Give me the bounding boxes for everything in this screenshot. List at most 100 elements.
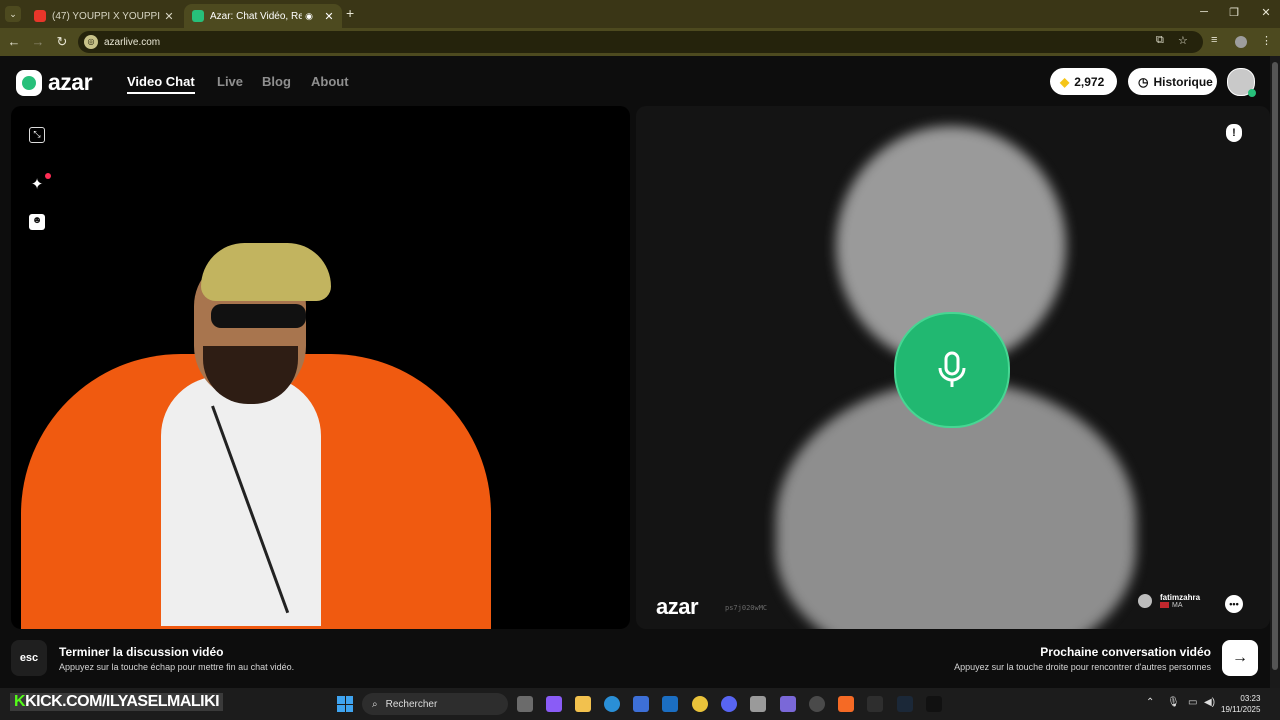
end-chat-subtitle: Appuyez sur la touche échap pour mettre … — [59, 662, 295, 672]
app-icon[interactable] — [750, 696, 766, 712]
minimize-icon[interactable]: ─ — [1196, 6, 1212, 18]
new-tab-plus-icon[interactable]: + — [346, 5, 354, 21]
bookmark-star-icon[interactable]: ☆ — [1178, 34, 1188, 47]
tab-media-icon[interactable]: ≡ — [1211, 34, 1217, 46]
browser-toolbar: ← → ↻ ◎ azarlive.com ⧉ ☆ ≡ ⋮ — [0, 28, 1280, 56]
peer-info[interactable]: fatimzahra MA — [1138, 593, 1200, 609]
morocco-flag-icon — [1160, 602, 1169, 609]
app-black-icon[interactable] — [926, 696, 942, 712]
file-explorer-icon[interactable] — [575, 696, 591, 712]
tab-close-icon[interactable]: ✕ — [162, 10, 176, 23]
person-shirt — [161, 376, 321, 626]
nav-blog[interactable]: Blog — [262, 74, 291, 89]
page-scrollbar[interactable] — [1270, 56, 1280, 688]
sticker-face-icon[interactable]: ☻ — [29, 214, 45, 230]
next-chat-subtitle: Appuyez sur la touche droite pour rencon… — [954, 662, 1211, 672]
network-icon[interactable]: ▭ — [1188, 697, 1197, 708]
scrollbar-thumb[interactable] — [1272, 62, 1278, 670]
site-info-icon[interactable]: ◎ — [84, 35, 98, 49]
discord-icon[interactable] — [721, 696, 737, 712]
steam-icon[interactable] — [897, 696, 913, 712]
profile-avatar-icon[interactable] — [1235, 36, 1247, 48]
nav-live[interactable]: Live — [217, 74, 243, 89]
app-dark-icon[interactable] — [867, 696, 883, 712]
gems-balance-button[interactable]: ◆ 2,972 — [1050, 68, 1117, 95]
azar-watermark: azar — [656, 594, 699, 619]
tray-chevron-icon[interactable]: ⌃ — [1146, 697, 1154, 708]
close-window-icon[interactable]: ✕ — [1258, 6, 1274, 19]
outlook-icon[interactable] — [662, 696, 678, 712]
browser-tab-youtube[interactable]: (47) YOUPPI X YOUPPI - RASPO ✕ — [26, 4, 182, 28]
game-controller-icon[interactable] — [780, 696, 796, 712]
volume-icon[interactable]: ◀) — [1204, 697, 1215, 708]
nav-video-chat[interactable]: Video Chat — [127, 74, 195, 94]
search-icon: ⌕ — [372, 698, 378, 710]
app-orange-icon[interactable] — [838, 696, 854, 712]
browser-tab-strip: ⌄ (47) YOUPPI X YOUPPI - RASPO ✕ Azar: C… — [0, 0, 1280, 28]
next-arrow-button[interactable]: → — [1222, 640, 1258, 676]
taskbar-clock[interactable]: 03:23 19/11/2025 — [1221, 693, 1260, 715]
watermark-code: ps7j020wMC — [725, 604, 768, 612]
remote-video: ! azar ps7j020wMC fatimzahra MA ••• — [636, 106, 1270, 629]
tab-close-icon[interactable]: ✕ — [322, 10, 336, 23]
peer-country: MA — [1172, 602, 1183, 609]
azar-logo-icon — [16, 69, 42, 96]
next-chat-title: Prochaine conversation vidéo — [1040, 645, 1211, 659]
clock-time: 03:23 — [1240, 694, 1261, 703]
person-hair — [201, 243, 331, 301]
search-placeholder: Rechercher — [385, 698, 438, 710]
history-button[interactable]: ◷ Historique — [1128, 68, 1217, 95]
peer-avatar-icon — [1138, 594, 1152, 608]
user-avatar[interactable] — [1227, 68, 1256, 97]
kick-logo-letter: K — [14, 693, 26, 710]
obs-icon[interactable] — [809, 696, 825, 712]
nav-about[interactable]: About — [311, 74, 349, 89]
azar-favicon-icon — [192, 10, 204, 22]
gem-icon: ◆ — [1060, 74, 1070, 89]
gems-count: 2,972 — [1074, 74, 1105, 89]
history-label: Historique — [1153, 74, 1213, 89]
recording-indicator-icon: ◉ — [305, 10, 313, 21]
effects-sparkle-icon[interactable]: ✦ — [29, 177, 45, 194]
forward-arrow-icon[interactable]: → — [30, 34, 46, 49]
report-icon[interactable]: ! — [1226, 124, 1242, 142]
kick-overlay-text: KKICK.COM/ILYASELMALIKI — [10, 693, 224, 711]
edge-icon[interactable] — [604, 696, 620, 712]
url-text: azarlive.com — [104, 36, 161, 48]
end-chat-title: Terminer la discussion vidéo — [59, 645, 224, 659]
logo-text: azar — [48, 69, 93, 95]
windows-taskbar: KKICK.COM/ILYASELMALIKI ⌕ Rechercher ⌃ 🎙… — [0, 688, 1280, 720]
youtube-favicon-icon — [34, 10, 46, 22]
restore-icon[interactable]: ❐ — [1226, 6, 1242, 19]
taskbar-search[interactable]: ⌕ Rechercher — [362, 693, 508, 715]
windows-start-icon[interactable] — [337, 696, 353, 712]
microphone-icon — [894, 312, 1010, 428]
reload-icon[interactable]: ↻ — [54, 34, 70, 50]
task-view-icon[interactable] — [517, 696, 533, 712]
back-arrow-icon[interactable]: ← — [6, 34, 22, 49]
tab-title: Azar: Chat Vidéo, Rencontre — [210, 10, 302, 22]
azar-page: azar Video Chat Live Blog About ◆ 2,972 … — [0, 56, 1280, 688]
address-bar[interactable]: ◎ azarlive.com ⧉ ☆ — [78, 31, 1203, 53]
peer-name: fatimzahra — [1160, 593, 1201, 602]
install-app-icon[interactable]: ⧉ — [1156, 34, 1164, 47]
browser-tab-azar[interactable]: Azar: Chat Vidéo, Rencontre ◉ ✕ — [184, 4, 342, 28]
minimize-video-icon[interactable]: ⤡ — [29, 127, 45, 143]
azar-logo[interactable]: azar — [16, 69, 93, 96]
tab-title: (47) YOUPPI X YOUPPI - RASPO — [52, 10, 162, 22]
esc-key-button[interactable]: esc — [11, 640, 47, 676]
microphone-tray-icon[interactable]: 🎙 — [1167, 697, 1180, 708]
person-sunglasses — [211, 304, 306, 328]
chat-bubble-icon[interactable]: ••• — [1225, 595, 1243, 613]
store-icon[interactable] — [633, 696, 649, 712]
local-video: ⤡ ✦ ☻ — [11, 106, 630, 629]
clock-date: 19/11/2025 — [1221, 705, 1261, 714]
copilot-icon[interactable] — [546, 696, 562, 712]
clock-icon: ◷ — [1138, 74, 1149, 89]
online-status-dot — [1248, 89, 1256, 97]
browser-menu-icon[interactable]: ⋮ — [1261, 34, 1272, 47]
tab-search-chevron-icon[interactable]: ⌄ — [5, 6, 21, 22]
kick-url: KICK.COM/ILYASELMALIKI — [25, 693, 220, 710]
notification-dot — [45, 173, 51, 179]
chrome-icon[interactable] — [692, 696, 708, 712]
